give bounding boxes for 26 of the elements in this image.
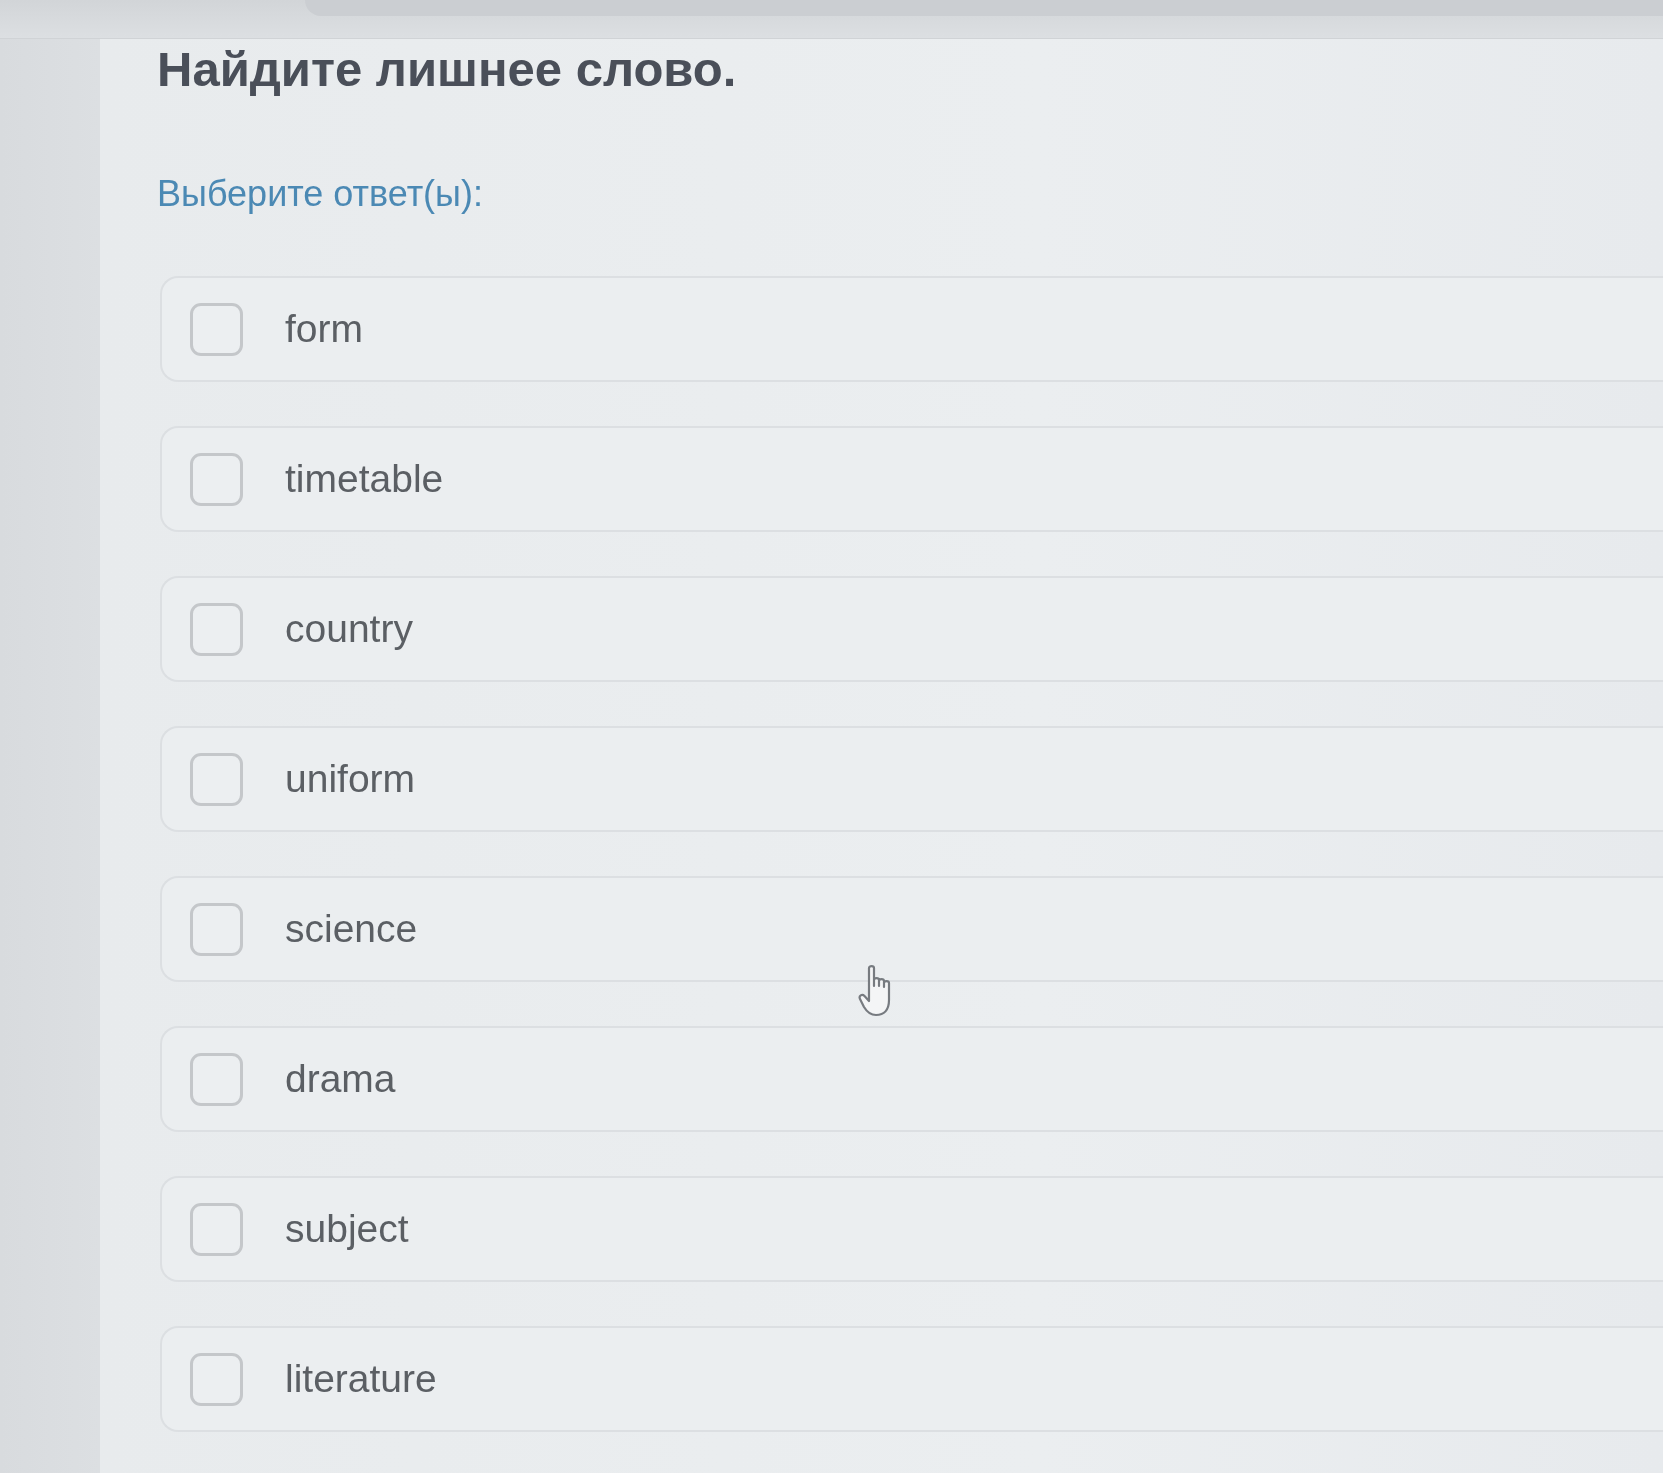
- answer-option[interactable]: form: [160, 276, 1663, 382]
- option-label: uniform: [285, 756, 416, 802]
- checkbox[interactable]: [190, 902, 243, 956]
- checkbox[interactable]: [190, 302, 243, 356]
- answer-option[interactable]: science: [160, 876, 1663, 982]
- answer-option[interactable]: uniform: [160, 726, 1663, 832]
- option-label: science: [285, 906, 418, 952]
- question-title: Найдите лишнее слово.: [157, 41, 737, 98]
- option-label: drama: [285, 1056, 396, 1102]
- checkbox[interactable]: [190, 752, 243, 806]
- answer-option[interactable]: drama: [160, 1026, 1663, 1132]
- checkbox[interactable]: [190, 1202, 243, 1256]
- checkbox[interactable]: [190, 602, 243, 656]
- option-label: literature: [285, 1356, 437, 1402]
- option-label: timetable: [285, 456, 444, 502]
- checkbox[interactable]: [190, 1052, 243, 1106]
- answer-prompt: Выберите ответ(ы):: [157, 172, 483, 216]
- option-label: subject: [285, 1206, 409, 1252]
- answer-option[interactable]: subject: [160, 1176, 1663, 1282]
- option-label: form: [285, 306, 363, 352]
- option-label: country: [285, 606, 413, 652]
- answer-option[interactable]: timetable: [160, 426, 1663, 532]
- checkbox[interactable]: [190, 1352, 243, 1406]
- answer-option[interactable]: country: [160, 576, 1663, 682]
- checkbox[interactable]: [190, 452, 243, 506]
- answer-option[interactable]: literature: [160, 1326, 1663, 1432]
